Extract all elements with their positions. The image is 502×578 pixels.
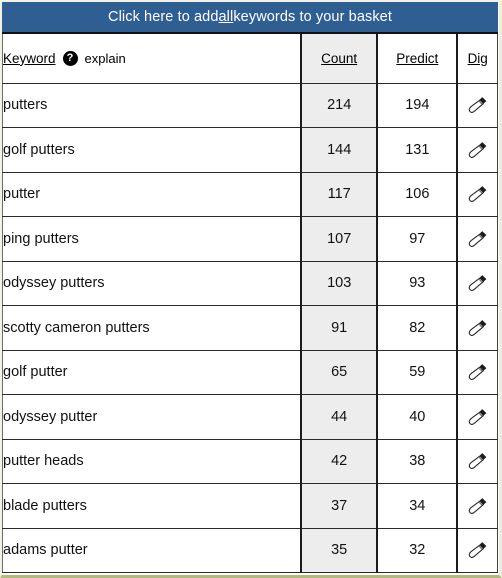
column-header-keyword: Keyword ? explain (2, 34, 303, 84)
cell-dig (457, 261, 499, 306)
table-row: putter heads 42 38 (2, 439, 499, 484)
cell-predict: 34 (377, 483, 459, 529)
cell-count: 103 (301, 261, 379, 306)
cell-keyword[interactable]: golf putters (2, 127, 303, 173)
trowel-icon[interactable] (467, 541, 489, 559)
trowel-icon[interactable] (467, 497, 489, 514)
trowel-icon[interactable] (467, 230, 489, 247)
trowel-icon[interactable] (467, 185, 489, 203)
cell-dig (457, 439, 499, 484)
cell-count: 42 (301, 439, 379, 484)
cell-keyword[interactable]: putters (2, 83, 303, 128)
cell-dig (457, 83, 499, 128)
table-row: golf putters 144 131 (2, 127, 499, 173)
trowel-icon[interactable] (467, 452, 489, 470)
cell-keyword[interactable]: golf putter (2, 350, 303, 395)
cell-predict: 40 (377, 394, 459, 440)
cell-count: 44 (301, 394, 379, 440)
table-row: adams putter 35 32 (2, 528, 499, 573)
sort-by-predict-link[interactable]: Predict (396, 51, 438, 66)
cell-count: 65 (301, 350, 379, 395)
cell-count: 144 (301, 127, 379, 173)
sort-by-keyword-link[interactable]: Keyword (3, 51, 56, 66)
column-header-dig: Dig (457, 34, 499, 84)
cell-dig (457, 350, 499, 395)
cell-keyword[interactable]: blade putters (2, 483, 303, 529)
cell-dig (457, 394, 499, 440)
table-row: blade putters 37 34 (2, 483, 499, 529)
cell-dig (457, 528, 499, 573)
trowel-icon[interactable] (467, 319, 489, 336)
cell-predict: 59 (377, 350, 459, 395)
cell-predict: 38 (377, 439, 459, 484)
trowel-icon[interactable] (467, 274, 489, 292)
cell-keyword[interactable]: putter heads (2, 439, 303, 484)
cell-count: 37 (301, 483, 379, 529)
cell-keyword[interactable]: ping putters (2, 216, 303, 262)
keyword-tool-page: Click here to add all keywords to your b… (0, 0, 502, 578)
trowel-icon[interactable] (467, 363, 489, 381)
keyword-results-table: Keyword ? explain Count Predict Dig putt… (2, 34, 499, 573)
banner-text-suffix: keywords to your basket (233, 9, 392, 25)
cell-dig (457, 172, 499, 217)
table-row: odyssey putter 44 40 (2, 394, 499, 440)
banner-text-prefix: Click here to add (108, 9, 219, 25)
cell-predict: 194 (377, 83, 459, 128)
cell-predict: 97 (377, 216, 459, 262)
add-all-keywords-to-basket-button[interactable]: Click here to add all keywords to your b… (2, 2, 498, 34)
cell-dig (457, 305, 499, 351)
cell-keyword[interactable]: odyssey putter (2, 394, 303, 440)
cell-count: 117 (301, 172, 379, 217)
cell-dig (457, 483, 499, 529)
table-header-row: Keyword ? explain Count Predict Dig (2, 34, 499, 84)
column-header-count: Count (301, 34, 379, 84)
cell-keyword[interactable]: putter (2, 172, 303, 217)
cell-count: 91 (301, 305, 379, 351)
keyword-results-widget: Click here to add all keywords to your b… (2, 2, 499, 573)
cell-keyword[interactable]: scotty cameron putters (2, 305, 303, 351)
cell-predict: 131 (377, 127, 459, 173)
table-row: putter 117 106 (2, 172, 499, 217)
explain-link[interactable]: explain (85, 51, 126, 66)
table-row: golf putter 65 59 (2, 350, 499, 395)
table-row: putters 214 194 (2, 83, 499, 128)
trowel-icon[interactable] (467, 141, 489, 158)
trowel-icon[interactable] (467, 96, 489, 114)
sort-by-dig-link[interactable]: Dig (468, 51, 488, 66)
sort-by-count-link[interactable]: Count (321, 51, 357, 66)
table-row: ping putters 107 97 (2, 216, 499, 262)
cell-keyword[interactable]: odyssey putters (2, 261, 303, 306)
cell-count: 214 (301, 83, 379, 128)
trowel-icon[interactable] (467, 408, 489, 425)
column-header-predict: Predict (377, 34, 459, 84)
table-header: Keyword ? explain Count Predict Dig (2, 34, 499, 84)
cell-dig (457, 127, 499, 173)
cell-keyword[interactable]: adams putter (2, 528, 303, 573)
table-row: odyssey putters 103 93 (2, 261, 499, 306)
cell-count: 107 (301, 216, 379, 262)
cell-predict: 106 (377, 172, 459, 217)
banner-text-all: all (218, 9, 234, 25)
cell-predict: 93 (377, 261, 459, 306)
cell-dig (457, 216, 499, 262)
cell-count: 35 (301, 528, 379, 573)
cell-predict: 32 (377, 528, 459, 573)
question-mark-icon[interactable]: ? (62, 50, 78, 66)
table-body: putters 214 194 golf putters 144 131 putter 117… (2, 83, 499, 573)
table-row: scotty cameron putters 91 82 (2, 305, 499, 351)
cell-predict: 82 (377, 305, 459, 351)
